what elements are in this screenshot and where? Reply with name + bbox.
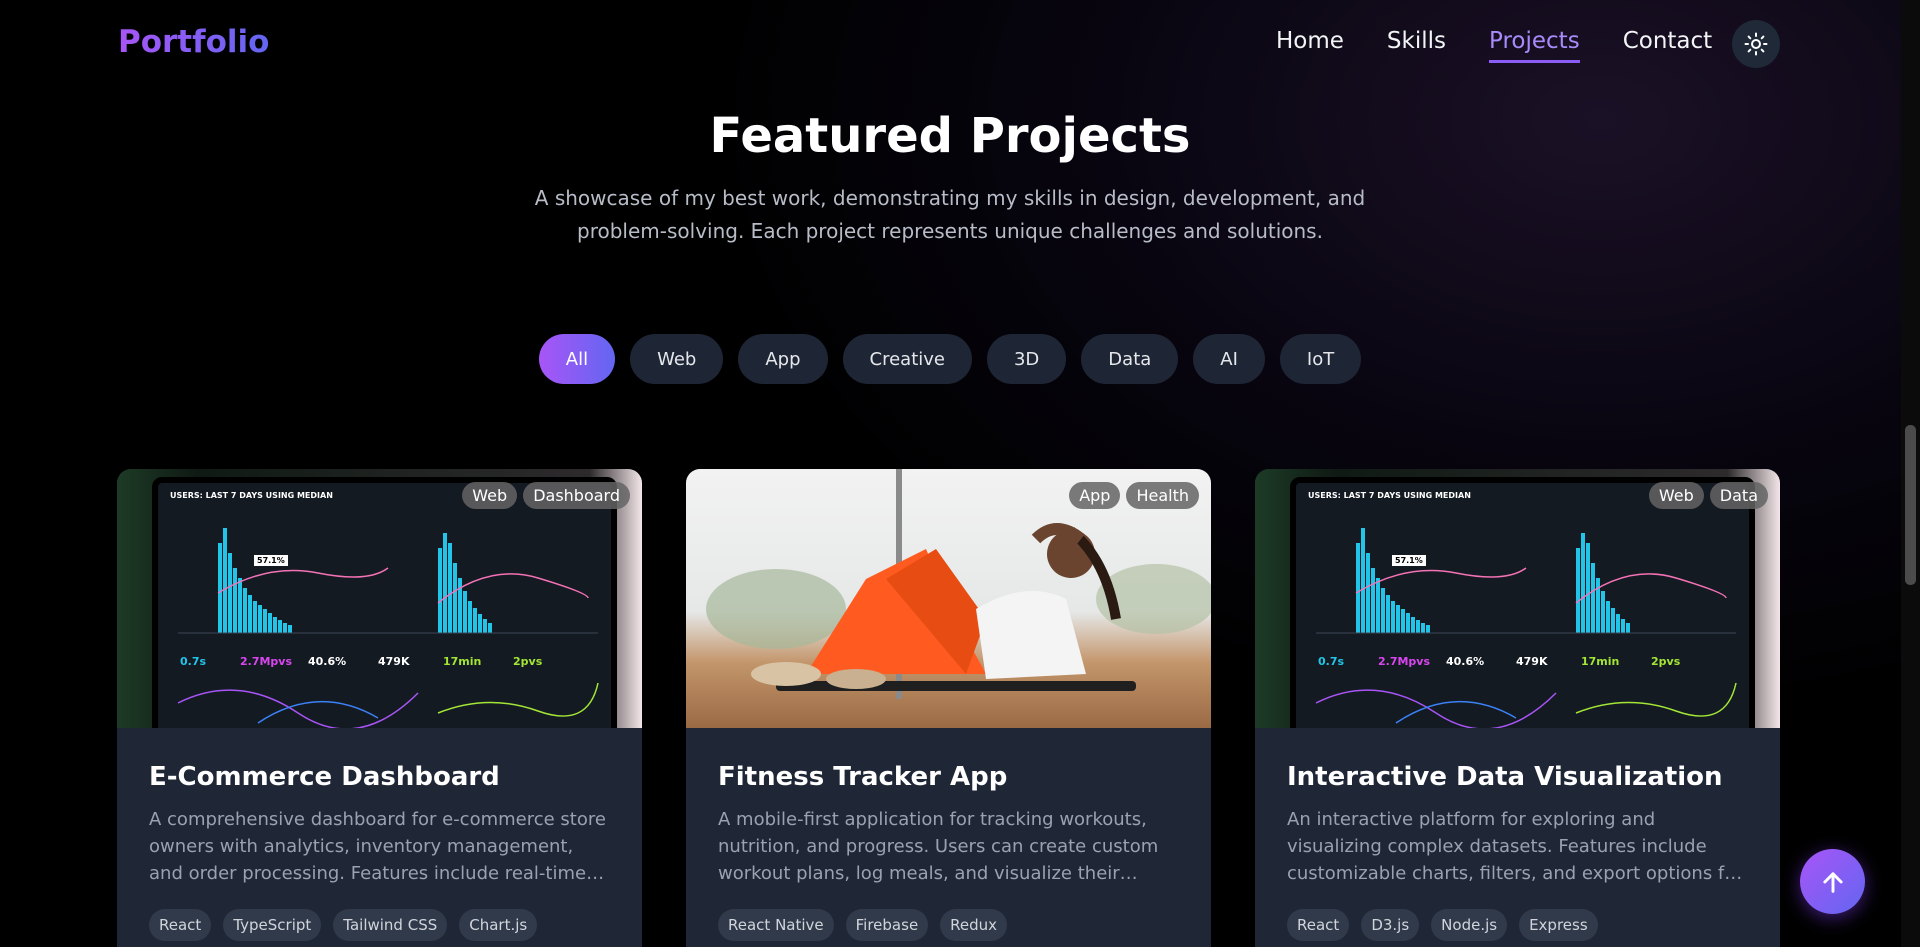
category-tag: Web <box>462 482 518 509</box>
dashboard-chart <box>1315 528 1737 728</box>
section-title: Featured Projects <box>709 108 1191 164</box>
tech-tag: Firebase <box>845 909 929 941</box>
tech-tags: React D3.js Node.js Express <box>1287 909 1748 941</box>
screen-callout: 57.1% <box>1392 555 1426 566</box>
tech-tags: React Native Firebase Redux <box>718 909 1179 941</box>
arrow-up-icon <box>1822 871 1843 893</box>
laptop-screen: USERS: LAST 7 DAYS USING MEDIAN 57.1% 0.… <box>152 477 617 728</box>
project-title[interactable]: Fitness Tracker App <box>718 762 1179 792</box>
screen-metric: 2.7Mpvs <box>240 655 293 668</box>
project-image-fitness: App Health <box>686 469 1211 728</box>
screen-metric: 2pvs <box>513 655 543 668</box>
top-nav: Portfolio Home Skills Projects Contact <box>0 0 1900 90</box>
category-tags: Web Dashboard <box>462 482 630 509</box>
logo[interactable]: Portfolio <box>118 24 269 60</box>
nav-link-home[interactable]: Home <box>1276 28 1344 63</box>
screen-metric: 0.7s <box>1318 655 1345 668</box>
project-image-dashboard: USERS: LAST 7 DAYS USING MEDIAN 57.1% 0.… <box>117 469 642 728</box>
theme-toggle-button[interactable] <box>1732 20 1780 68</box>
tech-tag: Redux <box>940 909 1008 941</box>
filter-creative[interactable]: Creative <box>842 334 972 384</box>
filter-app[interactable]: App <box>738 334 828 384</box>
filter-3d[interactable]: 3D <box>986 334 1067 384</box>
tech-tag: Chart.js <box>459 909 538 941</box>
section-subtitle: A showcase of my best work, demonstratin… <box>534 186 1366 243</box>
project-card[interactable]: USERS: LAST 7 DAYS USING MEDIAN 57.1% 0.… <box>117 469 642 947</box>
screen-callout: 57.1% <box>254 555 288 566</box>
page-scrollbar[interactable] <box>1901 0 1920 947</box>
category-tags: Web Data <box>1648 482 1768 509</box>
tech-tags: React TypeScript Tailwind CSS Chart.js <box>149 909 610 941</box>
screen-metric: 17min <box>443 655 482 668</box>
project-card[interactable]: USERS: LAST 7 DAYS USING MEDIAN 57.1% 0.… <box>1255 469 1780 947</box>
scroll-to-top-button[interactable] <box>1800 849 1865 914</box>
project-title[interactable]: E-Commerce Dashboard <box>149 762 610 792</box>
filter-data[interactable]: Data <box>1081 334 1179 384</box>
screen-metric: 17min <box>1581 655 1620 668</box>
category-tag: Health <box>1126 482 1199 509</box>
tech-tag: Tailwind CSS <box>333 909 448 941</box>
tech-tag: Node.js <box>1431 909 1508 941</box>
nav-links: Home Skills Projects Contact <box>1276 28 1755 63</box>
project-card[interactable]: App Health Fitness Tracker App A mobile-… <box>686 469 1211 947</box>
screen-metric: 2pvs <box>1651 655 1681 668</box>
filter-bar: All Web App Creative 3D Data AI IoT <box>0 334 1900 384</box>
screen-metric: 40.6% <box>1446 655 1485 668</box>
scrollbar-thumb[interactable] <box>1905 425 1916 585</box>
nav-link-skills[interactable]: Skills <box>1387 28 1446 63</box>
project-grid: USERS: LAST 7 DAYS USING MEDIAN 57.1% 0.… <box>117 469 1780 947</box>
screen-metric: 479K <box>378 655 410 668</box>
category-tag: Data <box>1709 482 1768 509</box>
nav-link-contact[interactable]: Contact <box>1623 28 1712 63</box>
project-description: An interactive platform for exploring an… <box>1287 809 1743 884</box>
project-image-dataviz: USERS: LAST 7 DAYS USING MEDIAN 57.1% 0.… <box>1255 469 1780 728</box>
project-title[interactable]: Interactive Data Visualization <box>1287 762 1748 792</box>
filter-iot[interactable]: IoT <box>1279 334 1362 384</box>
category-tags: App Health <box>1069 482 1199 509</box>
category-tag: Web <box>1648 482 1704 509</box>
nav-link-projects[interactable]: Projects <box>1489 28 1580 63</box>
filter-all[interactable]: All <box>538 334 616 384</box>
screen-metric: 0.7s <box>180 655 207 668</box>
laptop-screen: USERS: LAST 7 DAYS USING MEDIAN 57.1% 0.… <box>1290 477 1755 728</box>
category-tag: Dashboard <box>523 482 630 509</box>
tech-tag: React <box>149 909 212 941</box>
project-description: A mobile-first application for tracking … <box>718 809 1159 884</box>
screen-metric: 479K <box>1516 655 1548 668</box>
category-tag: App <box>1069 482 1121 509</box>
tech-tag: TypeScript <box>223 909 322 941</box>
sun-icon <box>1744 32 1768 56</box>
tech-tag: Express <box>1519 909 1598 941</box>
dashboard-chart <box>177 528 599 728</box>
screen-metric: 2.7Mpvs <box>1378 655 1431 668</box>
screen-metric: 40.6% <box>308 655 347 668</box>
filter-web[interactable]: Web <box>630 334 724 384</box>
tech-tag: React <box>1287 909 1350 941</box>
project-description: A comprehensive dashboard for e-commerce… <box>149 809 606 884</box>
tech-tag: React Native <box>718 909 834 941</box>
tech-tag: D3.js <box>1361 909 1420 941</box>
filter-ai[interactable]: AI <box>1193 334 1265 384</box>
